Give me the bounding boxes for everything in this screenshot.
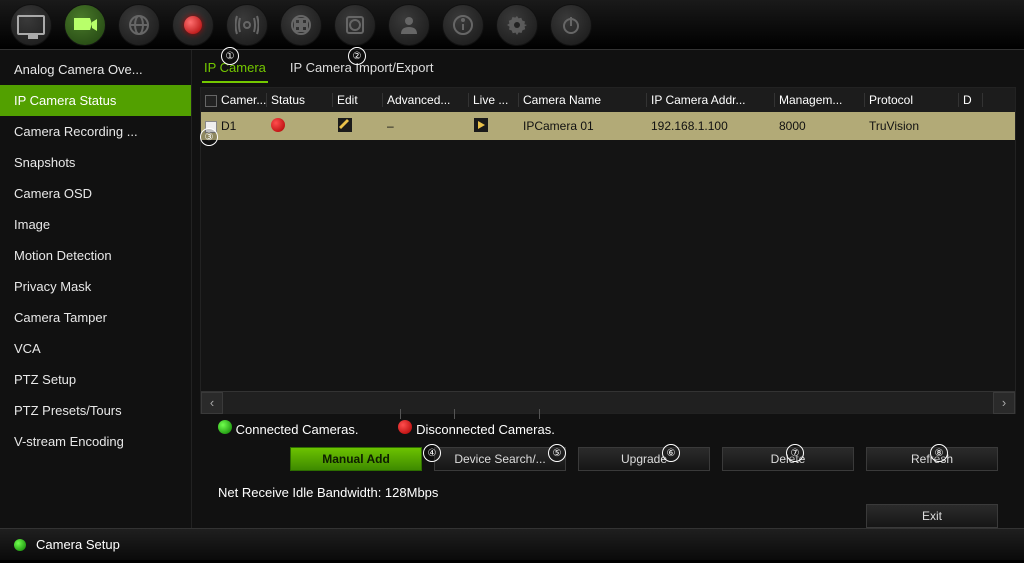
row-checkbox[interactable] xyxy=(205,121,217,133)
sidebar-item-label: PTZ Setup xyxy=(14,372,76,387)
legend-disconnected: Disconnected Cameras. xyxy=(398,420,554,437)
green-dot-icon xyxy=(218,420,232,434)
th-name[interactable]: Camera Name xyxy=(519,93,647,107)
camera-table: Camer... Status Edit Advanced... Live ..… xyxy=(200,87,1016,414)
sidebar-item-label: Camera Tamper xyxy=(14,310,107,325)
sidebar-item-ptz-setup[interactable]: PTZ Setup xyxy=(0,364,191,395)
power-icon[interactable] xyxy=(550,4,592,46)
th-advanced[interactable]: Advanced... xyxy=(383,93,469,107)
refresh-button[interactable]: Refresh xyxy=(866,447,998,471)
sidebar-item-label: Analog Camera Ove... xyxy=(14,62,143,77)
sidebar-item-label: Privacy Mask xyxy=(14,279,91,294)
sidebar-item-label: Snapshots xyxy=(14,155,75,170)
sidebar-item-vca[interactable]: VCA xyxy=(0,333,191,364)
td-protocol: TruVision xyxy=(865,119,959,133)
th-protocol[interactable]: Protocol xyxy=(865,93,959,107)
exit-button[interactable]: Exit xyxy=(866,504,998,528)
sidebar-item-camera-recording[interactable]: Camera Recording ... xyxy=(0,116,191,147)
multiview-icon[interactable] xyxy=(280,4,322,46)
action-buttons: Manual Add Device Search/... Upgrade Del… xyxy=(200,443,1016,475)
sidebar-item-label: V-stream Encoding xyxy=(14,434,124,449)
sidebar-item-ip-camera-status[interactable]: IP Camera Status xyxy=(0,85,191,116)
record-icon[interactable] xyxy=(172,4,214,46)
sidebar-item-motion-detection[interactable]: Motion Detection xyxy=(0,240,191,271)
hdd-icon[interactable] xyxy=(334,4,376,46)
monitor-icon[interactable] xyxy=(10,4,52,46)
sidebar-item-analog-camera[interactable]: Analog Camera Ove... xyxy=(0,54,191,85)
sidebar-item-ptz-presets[interactable]: PTZ Presets/Tours xyxy=(0,395,191,426)
td-camera: D1 xyxy=(201,119,267,133)
sidebar-item-label: VCA xyxy=(14,341,41,356)
red-dot-icon xyxy=(398,420,412,434)
td-management: 8000 xyxy=(775,119,865,133)
bandwidth-status: Net Receive Idle Bandwidth: 128Mbps xyxy=(200,475,1016,504)
tab-ip-camera[interactable]: IP Camera xyxy=(202,54,268,83)
status-green-icon xyxy=(14,539,26,551)
sidebar-item-image[interactable]: Image xyxy=(0,209,191,240)
live-play-icon[interactable] xyxy=(473,117,489,133)
sidebar-item-vstream-encoding[interactable]: V-stream Encoding xyxy=(0,426,191,457)
manual-add-button[interactable]: Manual Add xyxy=(290,447,422,471)
sidebar-item-label: Camera OSD xyxy=(14,186,92,201)
sidebar-item-label: Image xyxy=(14,217,50,232)
sidebar-item-label: PTZ Presets/Tours xyxy=(14,403,122,418)
upgrade-button[interactable]: Upgrade xyxy=(578,447,710,471)
th-live[interactable]: Live ... xyxy=(469,93,519,107)
table-row[interactable]: D1 – IPCamera 01 192.168.1.100 8000 TruV… xyxy=(201,112,1015,140)
sidebar-item-snapshots[interactable]: Snapshots xyxy=(0,147,191,178)
legend: Connected Cameras. Disconnected Cameras. xyxy=(200,414,1016,443)
td-addr: 192.168.1.100 xyxy=(647,119,775,133)
status-red-dot-icon xyxy=(271,118,285,132)
camera-icon[interactable] xyxy=(64,4,106,46)
device-search-button[interactable]: Device Search/... xyxy=(434,447,566,471)
sidebar: Analog Camera Ove... IP Camera Status Ca… xyxy=(0,50,192,528)
td-name: IPCamera 01 xyxy=(519,119,647,133)
th-camera[interactable]: Camer... xyxy=(201,93,267,107)
td-advanced: – xyxy=(383,119,469,133)
user-icon[interactable] xyxy=(388,4,430,46)
bottom-title: Camera Setup xyxy=(36,537,120,552)
main-panel: IP Camera IP Camera Import/Export Camer.… xyxy=(192,50,1024,528)
info-icon[interactable] xyxy=(442,4,484,46)
th-status[interactable]: Status xyxy=(267,93,333,107)
content-layout: Analog Camera Ove... IP Camera Status Ca… xyxy=(0,50,1024,528)
th-management[interactable]: Managem... xyxy=(775,93,865,107)
edit-icon[interactable] xyxy=(337,117,353,133)
sidebar-item-label: Motion Detection xyxy=(14,248,112,263)
alarm-icon[interactable] xyxy=(226,4,268,46)
network-icon[interactable] xyxy=(118,4,160,46)
sidebar-item-camera-osd[interactable]: Camera OSD xyxy=(0,178,191,209)
td-live xyxy=(469,117,519,136)
select-all-checkbox[interactable] xyxy=(205,95,217,107)
sidebar-item-label: IP Camera Status xyxy=(14,93,116,108)
tabs: IP Camera IP Camera Import/Export xyxy=(200,50,1016,83)
legend-connected: Connected Cameras. xyxy=(218,420,358,437)
tab-ip-camera-import-export[interactable]: IP Camera Import/Export xyxy=(288,54,436,83)
bottom-status-bar: Camera Setup xyxy=(0,528,1024,560)
top-toolbar xyxy=(0,0,1024,50)
tab-label: IP Camera Import/Export xyxy=(290,60,434,75)
sidebar-item-camera-tamper[interactable]: Camera Tamper xyxy=(0,302,191,333)
delete-button[interactable]: Delete xyxy=(722,447,854,471)
scroll-right-button[interactable]: › xyxy=(993,392,1015,414)
tab-label: IP Camera xyxy=(204,60,266,75)
scroll-left-button[interactable]: ‹ xyxy=(201,392,223,414)
table-header: Camer... Status Edit Advanced... Live ..… xyxy=(201,88,1015,112)
horizontal-scrollbar[interactable]: ‹ › xyxy=(201,391,1015,413)
th-extra[interactable]: D xyxy=(959,93,983,107)
gear-icon[interactable] xyxy=(496,4,538,46)
td-edit xyxy=(333,117,383,136)
th-edit[interactable]: Edit xyxy=(333,93,383,107)
sidebar-item-label: Camera Recording ... xyxy=(14,124,138,139)
td-status xyxy=(267,118,333,135)
th-addr[interactable]: IP Camera Addr... xyxy=(647,93,775,107)
sidebar-item-privacy-mask[interactable]: Privacy Mask xyxy=(0,271,191,302)
